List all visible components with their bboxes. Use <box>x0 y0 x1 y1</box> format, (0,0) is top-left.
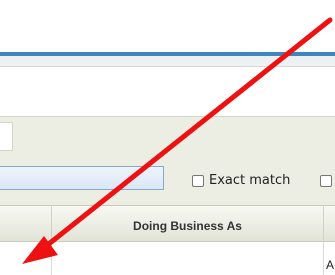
cell-separator <box>51 242 52 275</box>
exact-match-label: Exact match <box>209 173 291 188</box>
table-cell[interactable]: A <box>326 258 334 272</box>
search-toolbar <box>0 116 335 205</box>
exact-match-checkbox[interactable] <box>192 175 204 187</box>
filter-box[interactable] <box>0 122 13 151</box>
tab-divider <box>0 66 335 67</box>
search-input[interactable] <box>0 166 164 190</box>
column-separator[interactable] <box>323 205 324 242</box>
header-band <box>0 52 335 66</box>
cell-separator <box>323 242 324 275</box>
column-header-doing-business-as[interactable]: Doing Business As <box>52 219 323 233</box>
option-checkbox[interactable] <box>320 175 332 187</box>
